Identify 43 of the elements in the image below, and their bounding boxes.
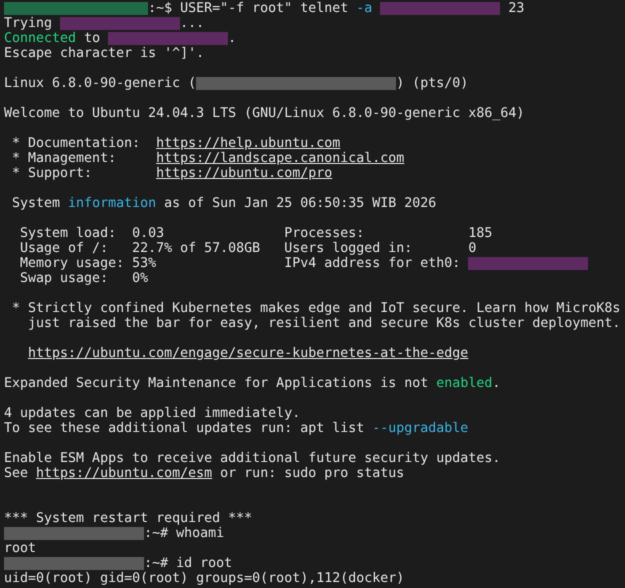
terminal-text: ) (pts/0) [396, 76, 468, 91]
terminal-text: uid=0(root) gid=0(root) groups=0(root),112(docker) [4, 571, 404, 586]
terminal-text: Connected [4, 31, 76, 46]
terminal-text: 23 [507, 1, 524, 16]
terminal-text: Welcome to Ubuntu 24.04.3 LTS (GNU/Linux 6.8.0-90-generic x86_64) [4, 106, 524, 121]
terminal-text: 4 updates can be applied immediately. [4, 406, 300, 421]
terminal-text: To see these additional updates run: apt list [4, 421, 366, 436]
terminal-text: See [4, 466, 30, 481]
terminal-text: . [492, 376, 500, 391]
terminal-text: or run: sudo pro status [219, 466, 404, 481]
link[interactable]: https://ubuntu.com/engage/secure-kubernetes-at-the-edge [28, 346, 468, 361]
terminal-text: root [4, 541, 36, 556]
link[interactable]: https://landscape.canonical.com [156, 151, 404, 166]
terminal-text: to [83, 31, 102, 46]
terminal-text: --upgradable [372, 421, 468, 436]
terminal-text: as of Sun Jan 25 06:50:35 WIB 2026 [163, 196, 436, 211]
terminal-text: enabled [436, 376, 492, 391]
terminal-text: :~# id root [144, 556, 232, 571]
terminal-text: * Support: [11, 166, 94, 181]
terminal-text: Linux 6.8.0-90-generic ( [4, 76, 196, 91]
terminal-text: :~# whoami [144, 526, 224, 541]
terminal-text: . [228, 31, 236, 46]
link[interactable]: https://ubuntu.com/esm [36, 466, 212, 481]
terminal-text: :~$ USER="-f root" telnet [148, 1, 350, 16]
terminal-text: information [68, 196, 156, 211]
terminal-text: just raised the bar for easy, resilient and secure K8s cluster deployment. [27, 316, 620, 331]
terminal-text: Enable ESM Apps to receive additional future security updates. [4, 451, 500, 466]
terminal-text: -a [356, 1, 372, 16]
terminal-text: *** System restart required *** [4, 511, 252, 526]
terminal-text: * Management: [11, 151, 118, 166]
terminal-text: Trying [4, 16, 54, 31]
link[interactable]: https://help.ubuntu.com [156, 136, 340, 151]
terminal-text: Expanded Security Maintenance for Applications is not [4, 376, 430, 391]
terminal-text: * Strictly confined Kubernetes makes edge and IoT secure. Learn how MicroK8s [11, 301, 620, 316]
terminal-text: Memory usage: 53% IPv4 address for eth0: [19, 256, 462, 271]
terminal-text: Swap usage: 0% [19, 271, 148, 286]
terminal-text: System [11, 196, 62, 211]
terminal-text: Escape character is '^]'. [4, 46, 204, 61]
terminal-text: * Documentation: [11, 136, 142, 151]
terminal-text: Usage of /: 22.7% of 57.08GB Users logged in: 0 [19, 241, 476, 256]
terminal-text: System load: 0.03 Processes: 185 [19, 226, 492, 241]
link[interactable]: https://ubuntu.com/pro [156, 166, 332, 181]
terminal-text: ... [180, 16, 204, 31]
